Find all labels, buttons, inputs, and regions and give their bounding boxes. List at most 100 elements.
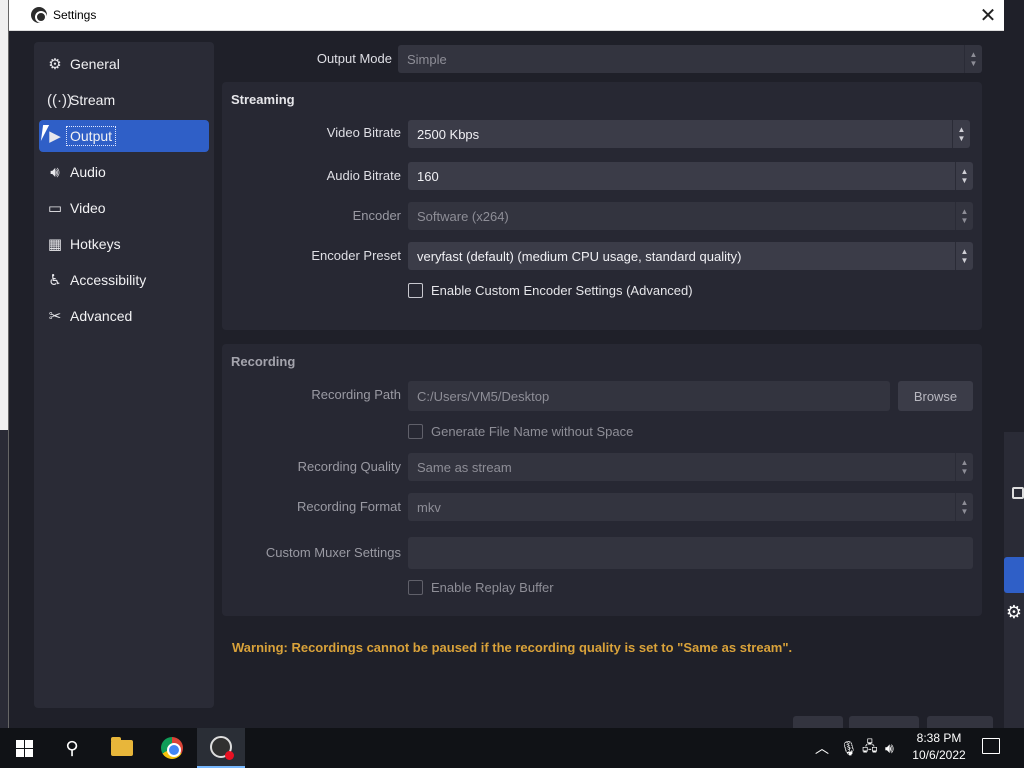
streaming-title: Streaming — [231, 92, 295, 107]
chrome-button[interactable] — [148, 728, 196, 768]
replay-buffer-checkbox-row[interactable]: Enable Replay Buffer — [408, 580, 554, 595]
spin-arrows-icon[interactable]: ▲ ▼ — [952, 120, 970, 148]
antenna-icon: ((·)) — [47, 91, 72, 109]
clock-time: 8:38 PM — [916, 731, 962, 745]
sidebar-item-advanced[interactable]: ✂ Advanced — [39, 300, 209, 332]
title-bar: Settings ✕ — [9, 0, 1004, 31]
folder-icon — [111, 737, 133, 756]
clock-date: 10/6/2022 — [912, 748, 966, 762]
custom-muxer-input[interactable] — [408, 537, 973, 569]
filename-nospace-checkbox[interactable] — [408, 424, 423, 439]
recording-quality-label: Recording Quality — [297, 459, 401, 474]
sidebar-item-label: Accessibility — [70, 272, 147, 288]
video-bitrate-spinbox[interactable]: 2500 Kbps ▲ ▼ — [408, 120, 970, 148]
obs-logo-icon — [31, 7, 47, 23]
sidebar-item-accessibility[interactable]: ♿︎ Accessibility — [39, 264, 209, 296]
speaker-icon: 🔊︎ — [50, 163, 60, 181]
recording-format-value: mkv — [417, 499, 441, 515]
recording-warning-text: Warning: Recordings cannot be paused if … — [232, 640, 793, 655]
encoder-preset-label: Encoder Preset — [311, 248, 401, 263]
accessibility-icon: ♿︎ — [48, 272, 62, 289]
obs-taskbar-button[interactable] — [197, 728, 245, 768]
up-down-arrows-icon: ▲ ▼ — [964, 45, 982, 73]
custom-encoder-checkbox-row[interactable]: Enable Custom Encoder Settings (Advanced… — [408, 283, 693, 298]
sidebar-item-label: Stream — [70, 92, 116, 108]
settings-sidebar: ⚙ General ((·)) Stream ▶ Output 🔊︎ Audio… — [34, 42, 214, 708]
sidebar-item-hotkeys[interactable]: ▦ Hotkeys — [39, 228, 209, 260]
browse-button[interactable]: Browse — [898, 381, 973, 411]
sidebar-item-label: Hotkeys — [70, 236, 121, 252]
recording-format-select[interactable]: mkv ▲ ▼ — [408, 493, 973, 521]
recording-quality-select[interactable]: Same as stream ▲ ▼ — [408, 453, 973, 481]
up-down-arrows-icon: ▲ ▼ — [955, 162, 973, 190]
network-tray-icon[interactable]: 🖧︎ — [862, 728, 878, 768]
square-icon — [1012, 487, 1024, 499]
search-icon: ⚲ — [65, 737, 79, 758]
gear-icon: ⚙ — [48, 56, 62, 73]
speaker-icon: 🔊︎ — [885, 739, 894, 756]
recording-quality-value: Same as stream — [417, 459, 512, 475]
recording-path-value: C:/Users/VM5/Desktop — [417, 388, 550, 404]
recording-path-input[interactable]: C:/Users/VM5/Desktop — [408, 381, 890, 411]
audio-bitrate-select[interactable]: 160 ▲ ▼ — [408, 162, 973, 190]
background-obs-panel-right: ⚙ — [1002, 432, 1024, 728]
output-mode-value: Simple — [407, 51, 447, 67]
sidebar-item-video[interactable]: ▭ Video — [39, 192, 209, 224]
windows-logo-icon — [15, 739, 33, 757]
encoder-value: Software (x264) — [417, 208, 509, 224]
encoder-select[interactable]: Software (x264) ▲ ▼ — [408, 202, 973, 230]
sidebar-item-label: Advanced — [70, 308, 133, 324]
microphone-tray-icon[interactable]: 🎙︎ — [840, 728, 858, 768]
tools-icon: ✂ — [48, 308, 62, 325]
microphone-icon: 🎙︎ — [840, 739, 858, 756]
sidebar-item-label: Output — [66, 126, 117, 146]
sidebar-item-stream[interactable]: ((·)) Stream — [39, 84, 209, 116]
up-down-arrows-icon: ▲ ▼ — [955, 453, 973, 481]
close-icon: ✕ — [979, 3, 997, 27]
apply-button[interactable] — [927, 716, 993, 728]
chrome-icon — [161, 737, 183, 759]
sidebar-item-output[interactable]: ▶ Output — [39, 120, 209, 152]
search-button[interactable]: ⚲ — [48, 728, 96, 768]
gear-icon[interactable]: ⚙ — [1006, 602, 1022, 623]
recording-path-label: Recording Path — [311, 387, 401, 402]
close-button[interactable]: ✕ — [972, 0, 1004, 30]
filename-nospace-label: Generate File Name without Space — [431, 424, 634, 439]
up-down-arrows-icon: ▲ ▼ — [955, 202, 973, 230]
keyboard-icon: ▦ — [47, 236, 63, 253]
output-mode-label: Output Mode — [316, 51, 392, 66]
show-hidden-icons-button[interactable]: ︿ — [815, 728, 829, 768]
taskbar-clock[interactable]: 8:38 PM 10/6/2022 — [905, 730, 973, 764]
windows-taskbar: ⚲ ︿ 🎙︎ 🖧︎ 🔊︎ 8:38 PM 10/6/2022 — [0, 728, 1024, 768]
monitor-icon: ▭ — [47, 200, 63, 217]
video-bitrate-value: 2500 Kbps — [417, 126, 480, 142]
audio-bitrate-label: Audio Bitrate — [326, 168, 401, 183]
file-explorer-button[interactable] — [98, 728, 146, 768]
filename-nospace-checkbox-row[interactable]: Generate File Name without Space — [408, 424, 633, 439]
encoder-preset-select[interactable]: veryfast (default) (medium CPU usage, st… — [408, 242, 973, 270]
recording-format-label: Recording Format — [296, 499, 401, 514]
mouse-cursor-icon — [40, 125, 56, 141]
replay-buffer-checkbox[interactable] — [408, 580, 423, 595]
up-down-arrows-icon: ▲ ▼ — [955, 242, 973, 270]
sidebar-item-general[interactable]: ⚙ General — [39, 48, 209, 80]
recording-title: Recording — [231, 354, 296, 369]
encoder-label: Encoder — [352, 208, 401, 223]
replay-buffer-label: Enable Replay Buffer — [431, 580, 554, 595]
notification-icon[interactable] — [982, 738, 1000, 754]
ok-button[interactable] — [793, 716, 843, 728]
start-button[interactable] — [0, 728, 48, 768]
window-title: Settings — [53, 8, 97, 22]
chevron-up-icon: ︿ — [815, 740, 829, 756]
sidebar-item-label: General — [70, 56, 120, 72]
network-icon: 🖧︎ — [862, 738, 878, 754]
custom-encoder-label: Enable Custom Encoder Settings (Advanced… — [431, 283, 693, 298]
custom-encoder-checkbox[interactable] — [408, 283, 423, 298]
sidebar-item-audio[interactable]: 🔊︎ Audio — [39, 156, 209, 188]
output-mode-select[interactable]: Simple ▲ ▼ — [398, 45, 982, 73]
sidebar-item-label: Audio — [70, 164, 106, 180]
volume-tray-icon[interactable]: 🔊︎ — [885, 728, 894, 768]
sidebar-item-label: Video — [70, 200, 106, 216]
cancel-button[interactable] — [849, 716, 919, 728]
audio-bitrate-value: 160 — [417, 168, 439, 184]
